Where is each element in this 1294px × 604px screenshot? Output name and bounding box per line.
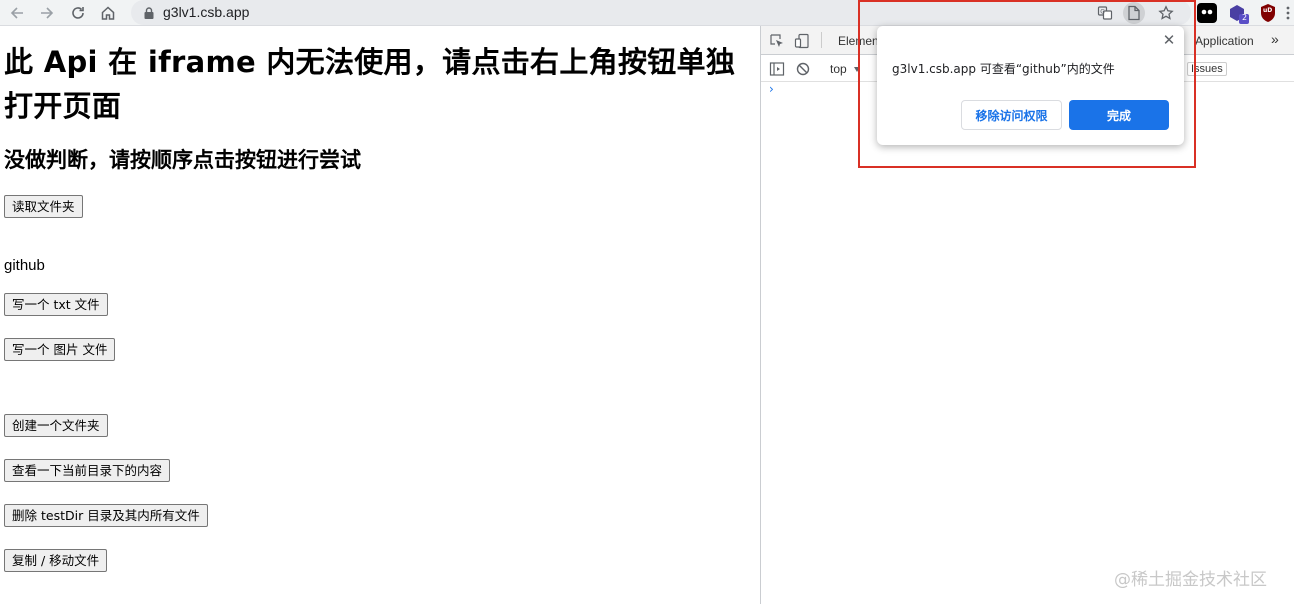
copy-move-button[interactable]: 复制 / 移动文件 bbox=[4, 549, 108, 572]
ublock-label: uD bbox=[1263, 7, 1273, 14]
extension-badge: 2 bbox=[1242, 13, 1248, 22]
read-folder-button[interactable]: 读取文件夹 bbox=[4, 195, 83, 218]
devtools-divider bbox=[821, 32, 822, 48]
back-arrow-icon[interactable] bbox=[7, 3, 27, 23]
context-selector[interactable]: top bbox=[830, 62, 847, 76]
sidebar-toggle-icon[interactable] bbox=[769, 61, 785, 77]
folder-name-label: github bbox=[4, 257, 45, 274]
device-toolbar-icon[interactable] bbox=[794, 33, 810, 49]
tab-application[interactable]: Application bbox=[1195, 34, 1254, 48]
file-access-popup: ✕ g3lv1.csb.app 可查看“github”内的文件 移除访问权限 完… bbox=[877, 26, 1184, 145]
forward-arrow-icon[interactable] bbox=[37, 3, 57, 23]
menu-dots-icon[interactable] bbox=[1282, 3, 1294, 23]
more-tabs-chevron-icon[interactable]: » bbox=[1271, 31, 1279, 47]
view-directory-button[interactable]: 查看一下当前目录下的内容 bbox=[4, 459, 171, 482]
write-image-button[interactable]: 写一个 图片 文件 bbox=[4, 338, 116, 361]
write-txt-button[interactable]: 写一个 txt 文件 bbox=[4, 293, 108, 316]
done-button[interactable]: 完成 bbox=[1069, 100, 1169, 130]
extension-face-icon[interactable] bbox=[1197, 3, 1217, 23]
url-text[interactable]: g3lv1.csb.app bbox=[163, 4, 249, 20]
ublock-shield-icon[interactable]: uD bbox=[1258, 3, 1278, 23]
home-icon[interactable] bbox=[98, 3, 118, 23]
popup-message: g3lv1.csb.app 可查看“github”内的文件 bbox=[892, 62, 1115, 76]
console-prompt-icon[interactable]: › bbox=[769, 82, 774, 96]
watermark: @稀土掘金技术社区 bbox=[1114, 570, 1267, 590]
page-subtitle: 没做判断，请按顺序点击按钮进行尝试 bbox=[4, 148, 361, 172]
delete-testdir-button[interactable]: 删除 testDir 目录及其内所有文件 bbox=[4, 504, 208, 527]
reload-icon[interactable] bbox=[68, 3, 88, 23]
inspect-element-icon[interactable] bbox=[769, 33, 785, 49]
create-folder-button[interactable]: 创建一个文件夹 bbox=[4, 414, 108, 437]
web-page: 此 Api 在 iframe 内无法使用，请点击右上角按钮单独打开页面 没做判断… bbox=[0, 26, 760, 604]
remove-access-button[interactable]: 移除访问权限 bbox=[961, 100, 1062, 130]
lock-icon[interactable] bbox=[142, 5, 156, 19]
page-title: 此 Api 在 iframe 内无法使用，请点击右上角按钮单独打开页面 bbox=[4, 45, 736, 123]
extension-cube-icon[interactable]: 2 bbox=[1228, 3, 1249, 24]
clear-console-icon[interactable] bbox=[795, 61, 811, 77]
close-icon[interactable]: ✕ bbox=[1161, 32, 1177, 48]
